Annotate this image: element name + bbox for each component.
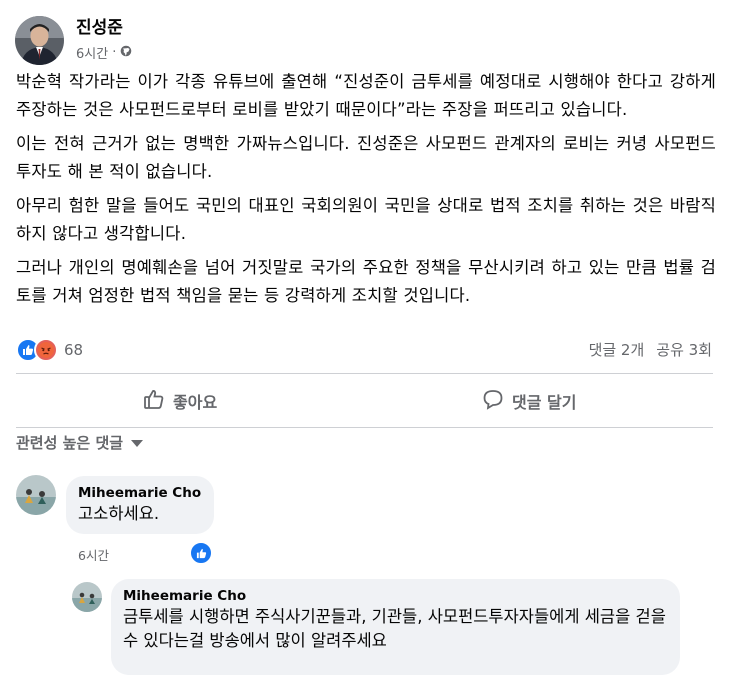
divider [16, 427, 713, 428]
comments-sort-dropdown[interactable]: 관련성 높은 댓글 [16, 432, 144, 453]
comment-author[interactable]: Miheemarie Cho [78, 484, 202, 502]
like-button[interactable]: 좋아요 [143, 383, 217, 419]
post-meta: 6시간 · [76, 43, 132, 62]
commenter-avatar[interactable] [16, 475, 56, 515]
angry-reaction-icon [34, 338, 58, 362]
post-paragraph: 아무리 험한 말을 들어도 국민의 대표인 국회의원이 국민을 상대로 법적 조… [16, 196, 716, 243]
sort-label: 관련성 높은 댓글 [16, 434, 124, 452]
post-time[interactable]: 6시간 [76, 43, 108, 62]
comment-button-label: 댓글 달기 [512, 393, 577, 412]
like-button-label: 좋아요 [173, 393, 218, 412]
reactions-summary[interactable]: 68 [16, 338, 83, 362]
comment-like-badge[interactable] [189, 541, 213, 565]
comment-icon [482, 388, 504, 414]
post-paragraph: 이는 전혀 근거가 없는 명백한 가짜뉴스입니다. 진성준은 사모펀드 관계자의… [16, 134, 716, 181]
thumbs-up-icon [143, 388, 165, 414]
commenter-avatar[interactable] [72, 582, 102, 612]
comment-text: 금투세를 시행하면 주식사기꾼들과, 기관들, 사모펀드투자자들에게 세금을 걷… [123, 607, 666, 650]
share-count[interactable]: 공유 3회 [656, 339, 712, 360]
post-body: 박순혁 작가라는 이가 각종 유튜브에 출연해 “진성준이 금투세를 예정대로 … [16, 68, 716, 316]
comment-bubble: Miheemarie Cho 고소하세요. [66, 476, 214, 534]
comment-author[interactable]: Miheemarie Cho [123, 587, 668, 605]
engagement-counts: 댓글 2개 공유 3회 [589, 339, 712, 360]
comment-button[interactable]: 댓글 달기 [482, 383, 576, 419]
post-paragraph: 박순혁 작가라는 이가 각종 유튜브에 출연해 “진성준이 금투세를 예정대로 … [16, 72, 716, 119]
globe-icon [120, 45, 132, 61]
caret-down-icon [131, 434, 144, 452]
author-avatar[interactable] [15, 16, 64, 65]
comment-text: 고소하세요. [78, 504, 160, 523]
thumbs-up-icon [196, 544, 207, 563]
comment-time[interactable]: 6시간 [78, 545, 109, 564]
divider [16, 373, 713, 374]
comment-count[interactable]: 댓글 2개 [589, 339, 645, 360]
author-name[interactable]: 진성준 [76, 13, 123, 38]
comment-bubble: Miheemarie Cho 금투세를 시행하면 주식사기꾼들과, 기관들, 사… [111, 579, 680, 675]
post-paragraph: 그러나 개인의 명예훼손을 넘어 거짓말로 국가의 주요한 정책을 무산시키려 … [16, 258, 716, 305]
reaction-count: 68 [64, 341, 84, 359]
